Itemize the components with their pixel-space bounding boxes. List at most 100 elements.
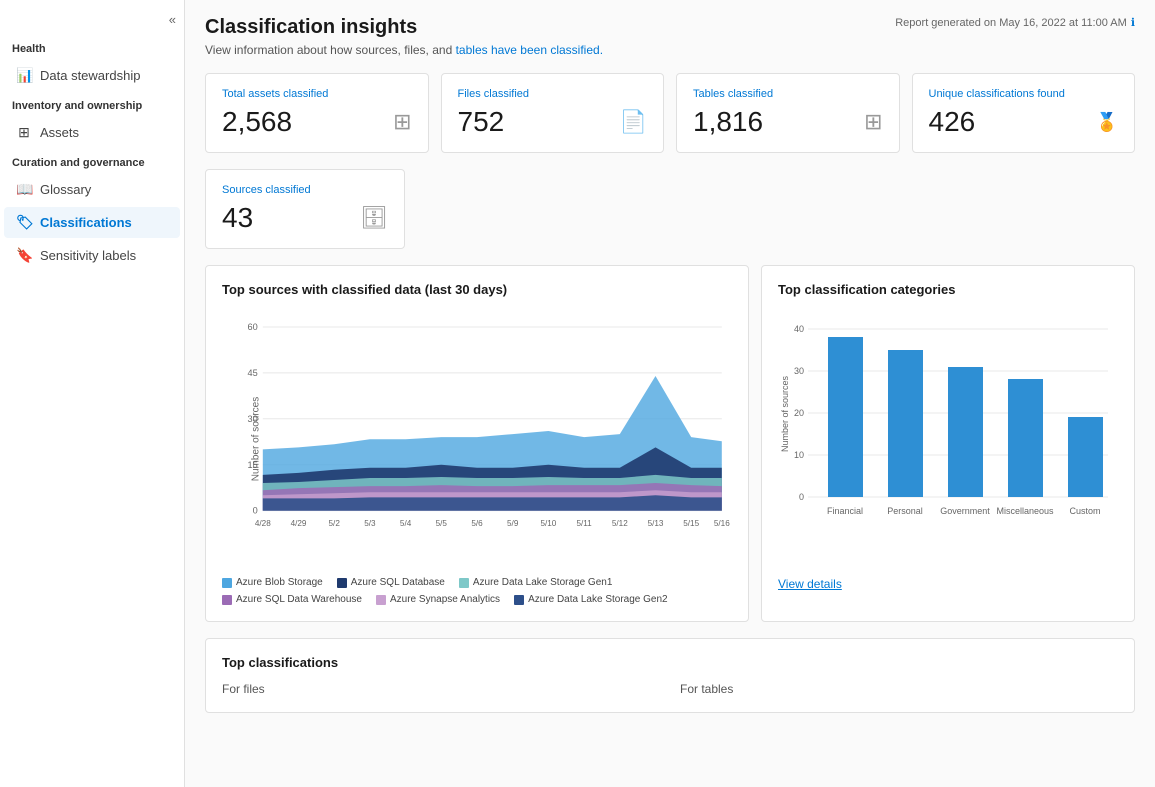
- svg-text:0: 0: [799, 492, 804, 502]
- report-info: Report generated on May 16, 2022 at 11:0…: [895, 16, 1135, 29]
- sidebar-item-assets[interactable]: ⊞ Assets: [4, 117, 180, 148]
- legend-dw: Azure SQL Data Warehouse: [222, 594, 362, 605]
- stat-value: 752: [458, 106, 505, 138]
- stat-label: Unique classifications found: [929, 88, 1119, 100]
- sidebar-section-curation: Curation and governance: [0, 149, 184, 173]
- main-content: Classification insights View information…: [185, 0, 1155, 787]
- svg-text:5/13: 5/13: [648, 519, 664, 528]
- svg-text:5/4: 5/4: [400, 519, 412, 528]
- stat-icon: ⊞: [864, 109, 882, 135]
- page-header: Classification insights View information…: [205, 16, 1135, 73]
- bottom-cols: For files For tables: [222, 682, 1118, 696]
- stats-row: Total assets classified 2,568 ⊞ Files cl…: [205, 73, 1135, 153]
- bar-financial: [828, 337, 863, 497]
- bar-chart-card: Top classification categories 40 30 20 1…: [761, 265, 1135, 622]
- svg-text:5/12: 5/12: [612, 519, 628, 528]
- bar-miscellaneous: [1008, 379, 1043, 497]
- svg-text:5/15: 5/15: [683, 519, 699, 528]
- top-classifications-card: Top classifications For files For tables: [205, 638, 1135, 713]
- stat-value: 426: [929, 106, 976, 138]
- page-title: Classification insights: [205, 16, 603, 39]
- stat-value: 1,816: [693, 106, 763, 138]
- legend-label: Azure Synapse Analytics: [390, 594, 500, 605]
- svg-text:Number of sources: Number of sources: [780, 375, 790, 452]
- sidebar-item-classifications[interactable]: 🏷 Classifications: [4, 207, 180, 238]
- sidebar-item-sensitivity-labels[interactable]: 🔖 Sensitivity labels: [4, 240, 180, 271]
- stat-tables: Tables classified 1,816 ⊞: [676, 73, 900, 153]
- stat-label: Sources classified: [222, 184, 388, 196]
- legend-dot: [222, 578, 232, 588]
- classifications-icon: 🏷: [16, 214, 32, 231]
- info-icon: ℹ: [1131, 16, 1135, 29]
- legend-dot: [459, 578, 469, 588]
- legend-datalake2: Azure Data Lake Storage Gen2: [514, 594, 668, 605]
- for-files-col: For files: [222, 682, 660, 696]
- legend-label: Azure SQL Data Warehouse: [236, 594, 362, 605]
- sidebar-item-label: Sensitivity labels: [40, 248, 136, 263]
- tables-link[interactable]: tables have been classified.: [456, 43, 603, 57]
- bar-chart-svg: 40 30 20 10 0 Number of sources: [778, 309, 1118, 549]
- bar-custom: [1068, 417, 1103, 497]
- stat-icon: 📄: [620, 109, 647, 135]
- svg-text:40: 40: [794, 324, 804, 334]
- for-tables-label: For tables: [680, 682, 1118, 696]
- stat-files: Files classified 752 📄: [441, 73, 665, 153]
- area-chart-legend: Azure Blob Storage Azure SQL Database Az…: [222, 577, 732, 605]
- stat-unique: Unique classifications found 426 🏅: [912, 73, 1136, 153]
- svg-text:5/6: 5/6: [471, 519, 483, 528]
- svg-text:5/9: 5/9: [507, 519, 519, 528]
- bar-chart-title: Top classification categories: [778, 282, 1118, 297]
- svg-text:5/16: 5/16: [714, 519, 730, 528]
- area-chart-title: Top sources with classified data (last 3…: [222, 282, 732, 297]
- stat-label: Total assets classified: [222, 88, 412, 100]
- svg-text:10: 10: [794, 450, 804, 460]
- view-details-link[interactable]: View details: [778, 577, 842, 591]
- legend-label: Azure Data Lake Storage Gen2: [528, 594, 668, 605]
- stat-icon: ⊞: [393, 109, 411, 135]
- stat-label: Tables classified: [693, 88, 883, 100]
- svg-text:45: 45: [247, 368, 257, 378]
- stat-icon: 🗄: [360, 205, 388, 231]
- glossary-icon: 📖: [16, 181, 32, 198]
- legend-dot: [514, 595, 524, 605]
- legend-dot: [222, 595, 232, 605]
- top-classifications-title: Top classifications: [222, 655, 1118, 670]
- sidebar-item-label: Glossary: [40, 182, 91, 197]
- charts-row: Top sources with classified data (last 3…: [205, 265, 1135, 622]
- legend-datalake1: Azure Data Lake Storage Gen1: [459, 577, 613, 588]
- sidebar-section-inventory: Inventory and ownership: [0, 92, 184, 116]
- sidebar-item-label: Data stewardship: [40, 68, 140, 83]
- svg-text:4/28: 4/28: [255, 519, 271, 528]
- stat-value: 2,568: [222, 106, 292, 138]
- svg-text:30: 30: [794, 366, 804, 376]
- svg-text:Miscellaneous: Miscellaneous: [996, 506, 1054, 516]
- legend-sql: Azure SQL Database: [337, 577, 445, 588]
- area-chart-container: Number of sources 60 45 30 15 0: [222, 309, 732, 569]
- stat-sources: Sources classified 43 🗄: [205, 169, 405, 249]
- sidebar: « Health 📊 Data stewardship Inventory an…: [0, 0, 185, 787]
- stat-value: 43: [222, 202, 253, 234]
- area-chart-svg: 60 45 30 15 0: [222, 309, 732, 549]
- svg-text:Custom: Custom: [1069, 506, 1100, 516]
- area-chart-y-label: Number of sources: [251, 397, 262, 481]
- sidebar-item-data-stewardship[interactable]: 📊 Data stewardship: [4, 60, 180, 91]
- legend-synapse: Azure Synapse Analytics: [376, 594, 500, 605]
- svg-text:5/2: 5/2: [329, 519, 341, 528]
- legend-dot: [337, 578, 347, 588]
- svg-text:60: 60: [247, 322, 257, 332]
- legend-dot: [376, 595, 386, 605]
- svg-text:4/29: 4/29: [291, 519, 307, 528]
- bar-chart-container: 40 30 20 10 0 Number of sources: [778, 309, 1118, 569]
- assets-icon: ⊞: [16, 124, 32, 141]
- svg-text:5/10: 5/10: [540, 519, 556, 528]
- svg-text:Personal: Personal: [887, 506, 923, 516]
- svg-text:20: 20: [794, 408, 804, 418]
- bar-government: [948, 367, 983, 497]
- stat-total-assets: Total assets classified 2,568 ⊞: [205, 73, 429, 153]
- area-chart-card: Top sources with classified data (last 3…: [205, 265, 749, 622]
- sidebar-item-glossary[interactable]: 📖 Glossary: [4, 174, 180, 205]
- sensitivity-labels-icon: 🔖: [16, 247, 32, 264]
- stat-label: Files classified: [458, 88, 648, 100]
- legend-label: Azure Blob Storage: [236, 577, 323, 588]
- sidebar-collapse-button[interactable]: «: [0, 8, 184, 35]
